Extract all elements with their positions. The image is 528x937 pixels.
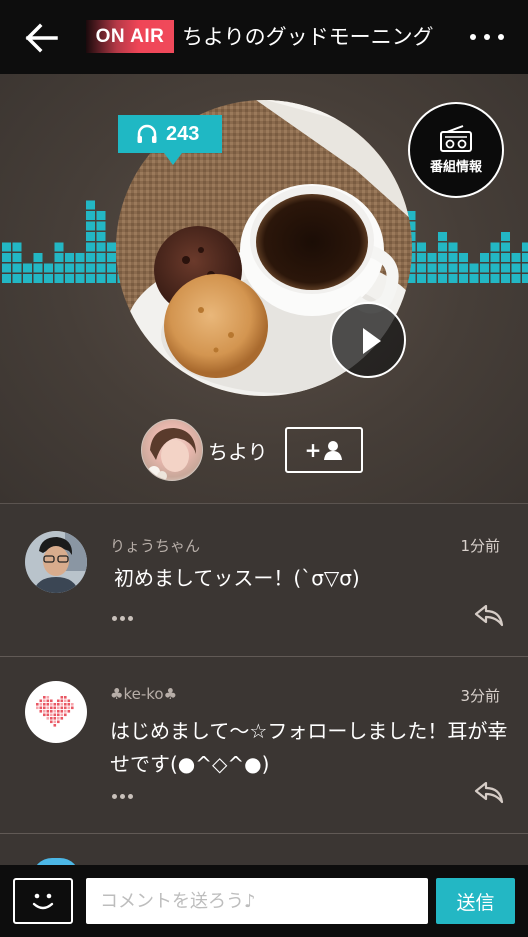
listener-count-badge: 243 [118, 115, 222, 165]
program-info-button[interactable]: 番組情報 [408, 102, 504, 198]
reply-icon[interactable] [474, 605, 504, 627]
comment-time: 3分前 [460, 687, 500, 705]
listener-count: 243 [166, 122, 200, 145]
comment-item: りょうちゃん 1分前 初めましてッスー！(`σ▽σ) [0, 505, 528, 657]
on-air-label: ON AIR [95, 25, 165, 47]
player-hero: 243 番組情報 ちより + [0, 74, 528, 504]
back-arrow-icon[interactable] [22, 18, 62, 58]
radio-icon [440, 125, 472, 152]
more-dots-icon[interactable] [470, 27, 504, 47]
comment-username[interactable]: りょうちゃん [110, 535, 200, 556]
top-bar: ON AIR ちよりのグッドモーニング [0, 0, 528, 74]
follow-button[interactable]: + [285, 427, 363, 473]
host-avatar[interactable] [141, 419, 203, 481]
comment-text: はじめまして〜☆フォローしました！耳が幸せです(●^◇^●) [110, 719, 508, 776]
commenter-avatar[interactable] [25, 531, 87, 593]
send-button[interactable]: 送信 [436, 878, 515, 924]
play-button[interactable] [330, 302, 406, 378]
comment-username[interactable]: ♣ke-ko♣ [110, 685, 177, 703]
comment-text: 初めましてッスー！(`σ▽σ) [114, 566, 360, 590]
emoji-button[interactable] [13, 878, 73, 924]
comment-time: 1分前 [460, 537, 500, 555]
follow-plus: + [304, 438, 322, 462]
reply-icon[interactable] [474, 782, 504, 804]
headphones-icon [137, 124, 157, 143]
program-title: ちよりのグッドモーニング [182, 20, 462, 54]
host-name[interactable]: ちより [208, 436, 268, 465]
comment-input[interactable] [86, 878, 428, 924]
ellipsis-icon[interactable] [112, 616, 133, 621]
comment-bar: 送信 [0, 865, 528, 937]
comment-item: ♣ke-ko♣ 3分前 はじめまして〜☆フォローしました！耳が幸せです(●^◇^… [0, 657, 528, 834]
smiley-icon [32, 893, 54, 910]
commenter-avatar[interactable] [25, 681, 87, 743]
program-info-label: 番組情報 [429, 160, 482, 175]
add-user-icon [324, 441, 343, 460]
app-screen: ON AIR ちよりのグッドモーニング 243 番組情報 ちより + りょうちゃ… [0, 0, 528, 937]
ellipsis-icon[interactable] [112, 794, 133, 799]
on-air-badge: ON AIR [86, 20, 174, 53]
